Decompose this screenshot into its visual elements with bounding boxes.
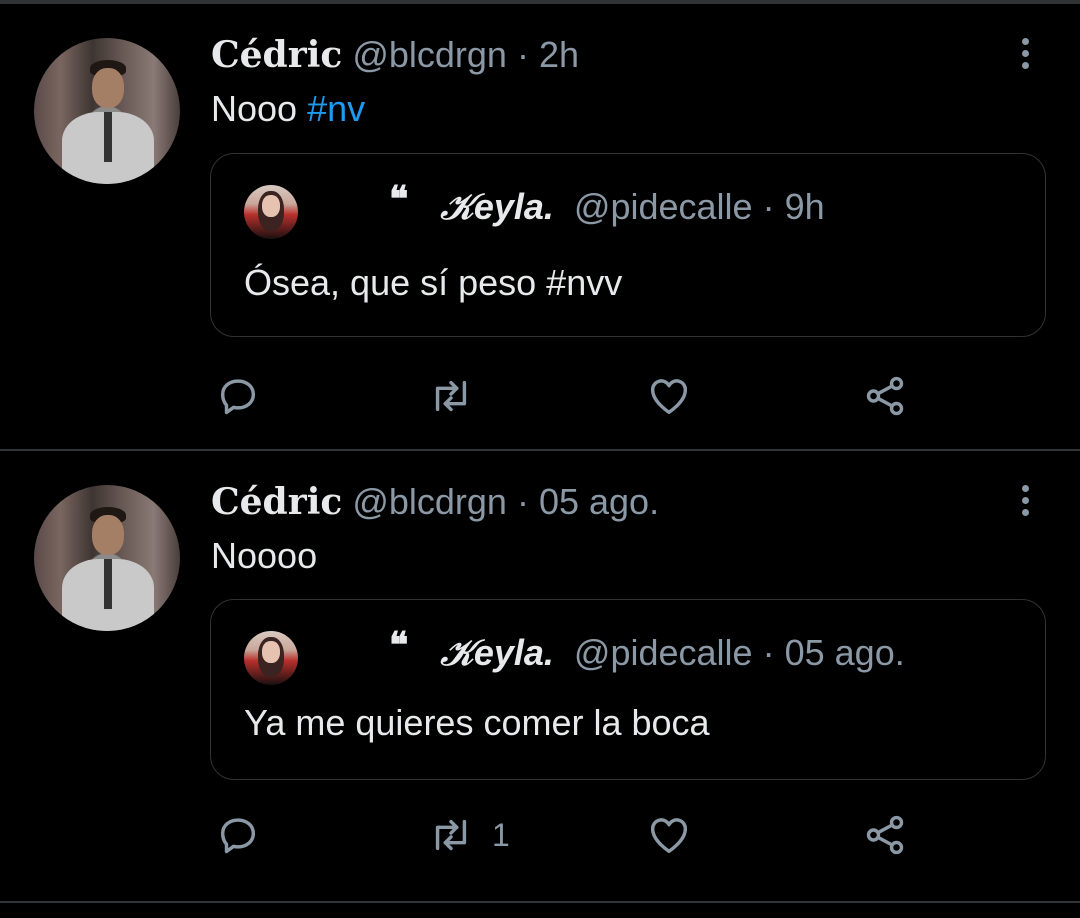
reply-button[interactable]	[215, 805, 261, 865]
retweet-icon	[435, 380, 467, 412]
like-button[interactable]	[646, 366, 692, 426]
tweet-actions	[0, 366, 1080, 426]
quoted-timestamp: 9h	[784, 186, 825, 227]
quoted-author-handle: @pidecalle	[573, 632, 753, 673]
separator-dot: ·	[516, 34, 529, 75]
like-button[interactable]	[646, 805, 692, 865]
tweet-actions: 1	[0, 805, 1080, 865]
tweet-text-body: Nooo	[211, 88, 298, 129]
quoted-tweet[interactable]: ❝ 𝒦eyla. @pidecalle · 9h Ósea, que sí pe…	[210, 153, 1046, 337]
quoted-avatar[interactable]	[244, 631, 298, 685]
avatar[interactable]	[34, 38, 180, 184]
tweet-text-body: Noooo	[211, 535, 318, 576]
separator-dot: ·	[516, 481, 529, 522]
quoted-author-handle: @pidecalle	[573, 186, 753, 227]
quote-mark-icon: ❝	[389, 624, 409, 666]
retweet-button[interactable]	[428, 366, 492, 426]
quoted-tweet-text: Ósea, que sí peso #nvv	[244, 262, 623, 303]
separator-dot: ·	[762, 632, 775, 673]
retweet-count: 1	[492, 816, 510, 853]
quoted-tweet-header: ❝ 𝒦eyla. @pidecalle · 05 ago.	[389, 624, 905, 675]
share-icon	[866, 815, 904, 855]
reply-icon	[220, 818, 256, 854]
quoted-avatar[interactable]	[244, 185, 298, 239]
tweet-divider	[0, 901, 1080, 903]
more-options-icon[interactable]	[1010, 34, 1040, 74]
like-icon	[650, 379, 688, 415]
retweet-icon	[435, 819, 467, 851]
quoted-tweet[interactable]: ❝ 𝒦eyla. @pidecalle · 05 ago. Ya me quie…	[210, 599, 1046, 780]
quoted-author-name: 𝒦eyla.	[440, 632, 554, 673]
tweet-text: Noooo	[211, 535, 317, 577]
quoted-author-name: 𝒦eyla.	[440, 186, 554, 227]
hashtag-link[interactable]: #nv	[307, 88, 365, 129]
tweet[interactable]: Cédric @blcdrgn · 05 ago. Noooo ❝ 𝒦eyla.…	[0, 451, 1080, 901]
timestamp[interactable]: 2h	[539, 34, 579, 75]
author-handle[interactable]: @blcdrgn	[352, 481, 507, 522]
timestamp[interactable]: 05 ago.	[539, 481, 659, 522]
quoted-timestamp: 05 ago.	[784, 632, 905, 673]
retweet-button[interactable]: 1	[428, 805, 510, 865]
reply-icon	[220, 379, 256, 415]
tweet-text: Nooo #nv	[211, 88, 365, 130]
tweet-header: Cédric @blcdrgn · 05 ago.	[211, 481, 659, 523]
more-options-icon[interactable]	[1010, 481, 1040, 521]
reply-button[interactable]	[215, 366, 261, 426]
quoted-tweet-text: Ya me quieres comer la boca	[244, 702, 710, 743]
avatar[interactable]	[34, 485, 180, 631]
quoted-tweet-header: ❝ 𝒦eyla. @pidecalle · 9h	[389, 178, 825, 229]
tweet-header: Cédric @blcdrgn · 2h	[211, 34, 579, 76]
share-button[interactable]	[862, 805, 908, 865]
author-name[interactable]: Cédric	[211, 481, 342, 523]
share-icon	[866, 376, 904, 416]
tweet[interactable]: Cédric @blcdrgn · 2h Nooo #nv ❝ 𝒦eyla. @…	[0, 0, 1080, 450]
author-name[interactable]: Cédric	[211, 34, 342, 76]
quote-mark-icon: ❝	[389, 178, 409, 220]
share-button[interactable]	[862, 366, 908, 426]
like-icon	[650, 818, 688, 854]
author-handle[interactable]: @blcdrgn	[352, 34, 507, 75]
separator-dot: ·	[762, 186, 775, 227]
